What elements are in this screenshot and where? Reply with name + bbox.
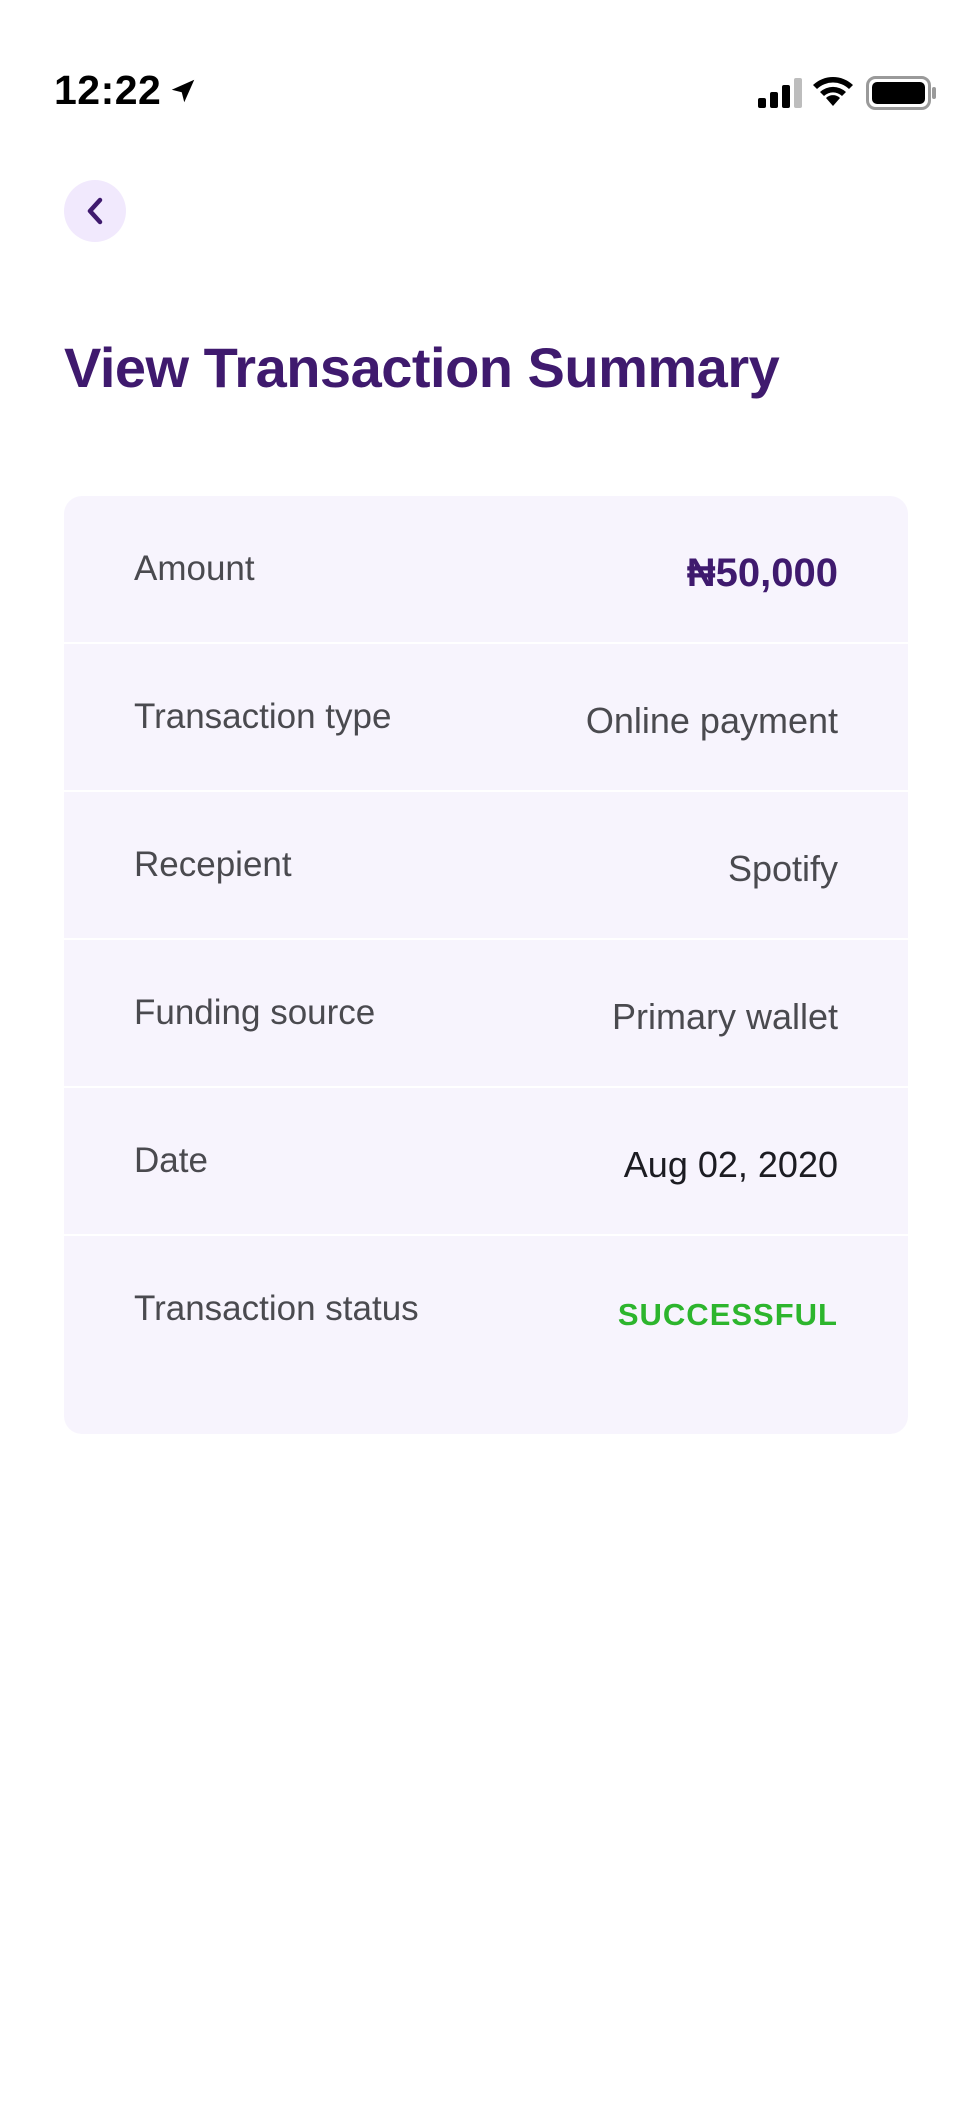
status-bar: 12:22: [0, 0, 972, 140]
recipient-label: Recepient: [134, 845, 292, 884]
transaction-status-row: Transaction status SUCCESSFUL: [64, 1236, 908, 1430]
funding-source-value: Primary wallet: [611, 996, 838, 1037]
recipient-row: Recepient Spotify: [64, 792, 908, 940]
amount-value: ₦50,000: [686, 551, 838, 595]
page-title: View Transaction Summary: [64, 336, 780, 399]
transaction-summary-card: Amount ₦50,000 Transaction type Online p…: [64, 496, 908, 1434]
battery-icon: [866, 76, 936, 110]
cellular-signal-icon: [758, 78, 802, 108]
status-time: 12:22: [54, 67, 162, 113]
date-row: Date Aug 02, 2020: [64, 1088, 908, 1236]
amount-label: Amount: [134, 549, 255, 588]
date-value: Aug 02, 2020: [623, 1144, 838, 1185]
wifi-icon: [813, 77, 853, 106]
transaction-type-value: Online payment: [585, 700, 838, 741]
date-label: Date: [134, 1141, 208, 1180]
status-badge: SUCCESSFUL: [617, 1297, 838, 1332]
transaction-type-label: Transaction type: [134, 697, 392, 736]
transaction-status-label: Transaction status: [134, 1289, 419, 1328]
funding-source-row: Funding source Primary wallet: [64, 940, 908, 1088]
chevron-left-icon: [87, 197, 103, 225]
amount-row: Amount ₦50,000: [64, 496, 908, 644]
back-button[interactable]: [64, 180, 126, 242]
funding-source-label: Funding source: [134, 993, 376, 1032]
transaction-type-row: Transaction type Online payment: [64, 644, 908, 792]
location-arrow-icon: [171, 79, 195, 103]
recipient-value: Spotify: [727, 848, 838, 889]
